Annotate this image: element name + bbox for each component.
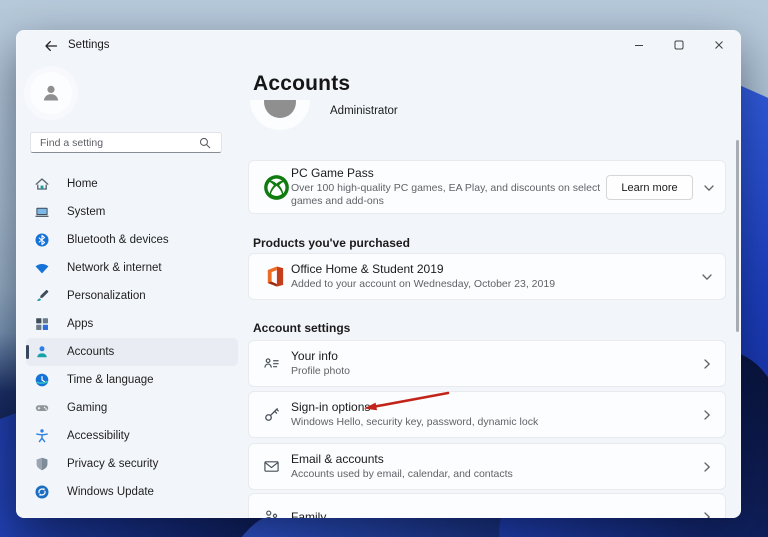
section-header-products-you-ve-purchased: Products you've purchased: [253, 236, 410, 250]
window-controls: [619, 30, 739, 60]
sidebar-nav: Home System Bluetooth & devices Network & i…: [26, 170, 238, 506]
sidebar-item-privacy-security[interactable]: Privacy & security: [26, 450, 238, 478]
app-title: Settings: [68, 39, 110, 51]
card-title: Office Home & Student 2019: [291, 262, 555, 276]
apps-icon: [34, 316, 50, 332]
sidebar-item-label: Home: [67, 178, 98, 190]
sidebar-item-label: Personalization: [67, 290, 146, 302]
sidebar-item-home[interactable]: Home: [26, 170, 238, 198]
sidebar-item-label: Windows Update: [67, 486, 154, 498]
promo-title: PC Game Pass: [291, 166, 609, 180]
selected-indicator: [26, 345, 29, 359]
your-info-card[interactable]: Your info Profile photo: [248, 340, 726, 387]
vertical-scrollbar[interactable]: [736, 140, 739, 332]
search-input[interactable]: [31, 137, 198, 149]
card-title: Sign-in options: [291, 400, 538, 414]
promo-description: Over 100 high-quality PC games, EA Play,…: [291, 182, 609, 208]
card-subtitle: Accounts used by email, calendar, and co…: [291, 468, 513, 481]
home-icon: [34, 176, 50, 192]
email-accounts-card[interactable]: Email & accounts Accounts used by email, …: [248, 443, 726, 490]
sidebar-item-label: Privacy & security: [67, 458, 158, 470]
office-home-student-2019-card[interactable]: Office Home & Student 2019 Added to your …: [248, 253, 726, 300]
sidebar-item-accounts[interactable]: Accounts: [26, 338, 238, 366]
your-info-icon: [263, 355, 280, 372]
card-subtitle: Profile photo: [291, 365, 350, 378]
sidebar-item-personalization[interactable]: Personalization: [26, 282, 238, 310]
card-subtitle: Windows Hello, security key, password, d…: [291, 416, 538, 429]
card-title: Your info: [291, 349, 350, 363]
accessibility-icon: [34, 428, 50, 444]
sidebar-item-accessibility[interactable]: Accessibility: [26, 422, 238, 450]
network-icon: [34, 260, 50, 276]
sidebar-item-system[interactable]: System: [26, 198, 238, 226]
key-icon: [263, 406, 280, 423]
sidebar-item-label: Bluetooth & devices: [67, 234, 169, 246]
sign-in-options-card[interactable]: Sign-in options Windows Hello, security k…: [248, 391, 726, 438]
sidebar-item-label: Gaming: [67, 402, 107, 414]
sidebar-item-label: Accounts: [67, 346, 114, 358]
section-header-account-settings: Account settings: [253, 321, 350, 335]
office-logo-icon: [263, 265, 286, 288]
sidebar-item-label: Accessibility: [67, 430, 130, 442]
personalization-icon: [34, 288, 50, 304]
chevron-right-icon: [701, 409, 713, 421]
accounts-icon: [34, 344, 50, 360]
sidebar-item-label: Apps: [67, 318, 93, 330]
person-icon: [39, 81, 63, 105]
page-title: Accounts: [253, 72, 350, 96]
sidebar-item-label: Network & internet: [67, 262, 162, 274]
mail-icon: [263, 458, 280, 475]
chevron-right-icon: [701, 511, 713, 519]
card-title: Email & accounts: [291, 452, 513, 466]
sidebar-item-windows-update[interactable]: Windows Update: [26, 478, 238, 506]
maximize-button[interactable]: [659, 30, 699, 60]
system-icon: [34, 204, 50, 220]
user-avatar[interactable]: [30, 72, 72, 114]
time-language-icon: [34, 372, 50, 388]
chevron-right-icon: [701, 461, 713, 473]
learn-more-button[interactable]: Learn more: [606, 175, 693, 200]
sidebar-item-label: System: [67, 206, 105, 218]
chevron-right-icon: [701, 358, 713, 370]
sidebar-item-apps[interactable]: Apps: [26, 310, 238, 338]
sidebar-item-label: Time & language: [67, 374, 154, 386]
windows-update-icon: [34, 484, 50, 500]
back-arrow-icon: [43, 38, 59, 54]
account-role-label: Administrator: [330, 105, 398, 117]
gaming-icon: [34, 400, 50, 416]
privacy-icon: [34, 456, 50, 472]
chevron-down-icon[interactable]: [703, 182, 715, 194]
card-title: Family: [291, 510, 326, 519]
close-icon: [714, 40, 724, 50]
xbox-logo-icon: [263, 174, 290, 201]
minimize-button[interactable]: [619, 30, 659, 60]
sidebar-item-time-language[interactable]: Time & language: [26, 366, 238, 394]
search-icon: [198, 136, 214, 150]
sidebar-item-network-internet[interactable]: Network & internet: [26, 254, 238, 282]
minimize-icon: [634, 40, 644, 50]
card-subtitle: Added to your account on Wednesday, Octo…: [291, 278, 555, 291]
bluetooth-icon: [34, 232, 50, 248]
settings-window: Settings Home System Bluetooth & devices Ne…: [16, 30, 741, 518]
close-button[interactable]: [699, 30, 739, 60]
maximize-icon: [674, 40, 684, 50]
chevron-down-icon: [701, 271, 713, 283]
family-icon: [263, 508, 280, 518]
settings-search[interactable]: [30, 132, 222, 153]
sidebar-item-gaming[interactable]: Gaming: [26, 394, 238, 422]
pc-game-pass-card[interactable]: PC Game Pass Over 100 high-quality PC ga…: [248, 160, 726, 214]
back-button[interactable]: [42, 37, 60, 55]
account-avatar: [250, 100, 310, 130]
sidebar-item-bluetooth-devices[interactable]: Bluetooth & devices: [26, 226, 238, 254]
family-card[interactable]: Family: [248, 493, 726, 518]
